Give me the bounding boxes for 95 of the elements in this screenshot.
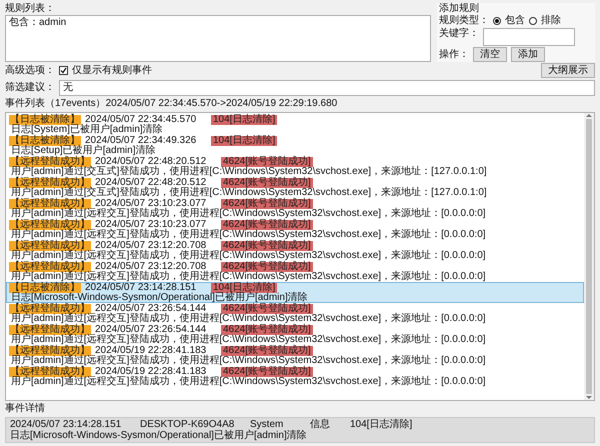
- radio-button[interactable]: [493, 17, 501, 25]
- event-code: 4624[账号登陆成功]: [221, 220, 313, 230]
- event-time: 2024/05/07 23:26:54.144: [95, 304, 206, 314]
- scroll-thumb[interactable]: [586, 119, 592, 394]
- event-row[interactable]: 【日志被清除】 2024/05/07 22:34:49.326 104[日志清除] 日志[Setup]已被用户[admin]清除: [6, 135, 584, 156]
- event-code: 4624[账号登陆成功]: [221, 241, 313, 251]
- event-message: 用户[admin]通过[远程交互]登陆成功，使用进程[C:\Windows\System32\svchost.exe]，来源地址：[0.0.0.0:0]: [10, 230, 487, 240]
- event-tag: 【远程登陆成功】: [9, 367, 91, 377]
- event-time: 2024/05/07 22:48:20.512: [95, 178, 206, 188]
- event-time: 2024/05/07 23:10:23.077: [95, 220, 206, 230]
- event-time: 2024/05/07 23:12:20.708: [95, 262, 206, 272]
- event-code: 104[日志清除]: [211, 283, 278, 293]
- event-message: 用户[admin]通过[远程交互]登陆成功，使用进程[C:\Windows\System32\svchost.exe]，来源地址：[0.0.0.0:0]: [10, 356, 487, 366]
- event-time: 2024/05/07 23:14:28.151: [85, 283, 196, 293]
- radio-label: 排除: [541, 15, 561, 27]
- event-row[interactable]: 【日志被清除】 2024/05/07 22:34:45.570 104[日志清除] 日志[System]已被用户[admin]清除: [6, 114, 584, 135]
- event-time: 2024/05/07 23:26:54.144: [95, 325, 206, 335]
- event-row[interactable]: 【远程登陆成功】 2024/05/07 23:26:54.144 4624[账号登陆成功] 用户[admin]通过[远程交互]登陆成功，使用进程[C:\Windows\System32\svchost.exe]，来源地址：[0.0.0.0:0]: [6, 303, 584, 324]
- outline-button[interactable]: 大纲展示: [541, 63, 595, 78]
- event-message: 用户[admin]通过[远程交互]登陆成功，使用进程[C:\Windows\System32\svchost.exe]，来源地址：[0.0.0.0:0]: [10, 272, 487, 282]
- event-row[interactable]: 【远程登陆成功】 2024/05/19 22:28:41.183 4624[账号登陆成功] 用户[admin]通过[远程交互]登陆成功，使用进程[C:\Windows\System32\svchost.exe]，来源地址：[0.0.0.0:0]: [6, 366, 584, 387]
- event-time: 2024/05/07 23:12:20.708: [95, 241, 206, 251]
- event-tag: 【远程登陆成功】: [9, 178, 91, 188]
- event-row[interactable]: 【远程登陆成功】 2024/05/07 23:12:20.708 4624[账号登陆成功] 用户[admin]通过[远程交互]登陆成功，使用进程[C:\Windows\System32\svchost.exe]，来源地址：[0.0.0.0:0]: [6, 261, 584, 282]
- event-message: 日志[Setup]已被用户[admin]清除: [10, 146, 156, 156]
- event-message: 用户[admin]通过[远程交互]登陆成功，使用进程[C:\Windows\System32\svchost.exe]，来源地址：[0.0.0.0:0]: [10, 209, 487, 219]
- event-message: 日志[Microsoft-Windows-Sysmon/Operational]已被用户[admin]清除: [10, 293, 308, 303]
- event-tag: 【远程登陆成功】: [9, 199, 91, 209]
- event-time: 2024/05/19 22:28:41.183: [95, 367, 206, 377]
- event-row[interactable]: 【远程登陆成功】 2024/05/19 22:28:41.183 4624[账号登陆成功] 用户[admin]通过[远程交互]登陆成功，使用进程[C:\Windows\System32\svchost.exe]，来源地址：[0.0.0.0:0]: [6, 345, 584, 366]
- event-row[interactable]: 【远程登陆成功】 2024/05/07 23:10:23.077 4624[账号登陆成功] 用户[admin]通过[远程交互]登陆成功，使用进程[C:\Windows\System32\svchost.exe]，来源地址：[0.0.0.0:0]: [6, 198, 584, 219]
- event-message: 日志[System]已被用户[admin]清除: [10, 125, 164, 135]
- event-message: 用户[admin]通过[远程交互]登陆成功，使用进程[C:\Windows\System32\svchost.exe]，来源地址：[0.0.0.0:0]: [10, 314, 487, 324]
- rule-button[interactable]: 清空: [473, 47, 507, 62]
- checkbox-label: 仅显示有规则事件: [72, 64, 152, 76]
- event-code: 104[日志清除]: [211, 115, 278, 125]
- keyword-label: 关键字：: [439, 28, 479, 40]
- event-tag: 【远程登陆成功】: [9, 304, 91, 314]
- detail-computer: DESKTOP-K69O4A8: [140, 419, 236, 430]
- advanced-label: 高级选项：: [5, 64, 55, 76]
- event-row[interactable]: 【远程登陆成功】 2024/05/07 22:48:20.512 4624[账号登陆成功] 用户[admin]通过[交互式]登陆成功，使用进程[C:\Windows\System32\svchost.exe]，来源地址：[127.0.0.1:0]: [6, 177, 584, 198]
- event-tag: 【日志被清除】: [9, 283, 81, 293]
- details-label: 事件详情: [5, 403, 46, 415]
- rule-type-label: 规则类型：: [439, 15, 489, 27]
- event-tag: 【日志被清除】: [9, 115, 81, 125]
- event-row[interactable]: 【远程登陆成功】 2024/05/07 23:26:54.144 4624[账号登陆成功] 用户[admin]通过[远程交互]登陆成功，使用进程[C:\Windows\System32\svchost.exe]，来源地址：[0.0.0.0:0]: [6, 324, 584, 345]
- event-time: 2024/05/07 22:34:49.326: [85, 136, 198, 146]
- keyword-field[interactable]: [483, 28, 575, 46]
- rule-item[interactable]: 包含：admin: [9, 17, 427, 29]
- detail-time: 2024/05/07 23:14:28.151: [10, 419, 122, 430]
- event-code: 4624[账号登陆成功]: [221, 346, 313, 356]
- event-row[interactable]: 【远程登陆成功】 2024/05/07 23:10:23.077 4624[账号登陆成功] 用户[admin]通过[远程交互]登陆成功，使用进程[C:\Windows\System32\svchost.exe]，来源地址：[0.0.0.0:0]: [6, 219, 584, 240]
- radio-label: 包含: [505, 15, 525, 27]
- event-code: 4624[账号登陆成功]: [221, 325, 313, 335]
- radio-button[interactable]: [529, 17, 537, 25]
- event-time: 2024/05/07 22:34:45.570: [85, 115, 198, 125]
- rule-button[interactable]: 添加: [511, 47, 545, 62]
- event-message: 用户[admin]通过[远程交互]登陆成功，使用进程[C:\Windows\System32\svchost.exe]，来源地址：[0.0.0.0:0]: [10, 377, 487, 387]
- event-tag: 【远程登陆成功】: [9, 241, 91, 251]
- event-code: 4624[账号登陆成功]: [221, 157, 313, 167]
- rules-list[interactable]: 包含：admin: [5, 15, 431, 62]
- event-tag: 【远程登陆成功】: [9, 157, 91, 167]
- event-code: 104[日志清除]: [211, 136, 278, 146]
- add-rule-title: 添加规则: [439, 3, 480, 14]
- events-title: 事件列表（17events）2024/05/07 22:34:45.570->2024/05/19 22:29:19.680: [5, 98, 338, 110]
- event-time: 2024/05/07 22:48:20.512: [95, 157, 206, 167]
- checkbox[interactable]: [59, 66, 68, 75]
- event-message: 用户[admin]通过[交互式]登陆成功，使用进程[C:\Windows\System32\svchost.exe]，来源地址：[127.0.0.1:0]: [10, 167, 488, 177]
- event-time: 2024/05/07 23:10:23.077: [95, 199, 206, 209]
- event-code: 4624[账号登陆成功]: [221, 262, 313, 272]
- rules-label: 规则列表：: [5, 3, 56, 15]
- event-code: 4624[账号登陆成功]: [221, 178, 313, 188]
- detail-code: 104[日志清除]: [350, 419, 414, 430]
- event-time: 2024/05/19 22:28:41.183: [95, 346, 206, 356]
- event-message: 用户[admin]通过[远程交互]登陆成功，使用进程[C:\Windows\System32\svchost.exe]，来源地址：[0.0.0.0:0]: [10, 251, 487, 261]
- event-code: 4624[账号登陆成功]: [221, 199, 313, 209]
- event-tag: 【远程登陆成功】: [9, 262, 91, 272]
- event-message: 用户[admin]通过[交互式]登陆成功，使用进程[C:\Windows\System32\svchost.exe]，来源地址：[127.0.0.1:0]: [10, 188, 488, 198]
- suggestions-box: 无: [59, 80, 595, 96]
- event-tag: 【远程登陆成功】: [9, 220, 91, 230]
- detail-level: 信息: [310, 419, 331, 430]
- event-tag: 【远程登陆成功】: [9, 346, 91, 356]
- event-row[interactable]: 【远程登陆成功】 2024/05/07 22:48:20.512 4624[账号登陆成功] 用户[admin]通过[交互式]登陆成功，使用进程[C:\Windows\System32\svchost.exe]，来源地址：[127.0.0.1:0]: [6, 156, 584, 177]
- event-tag: 【日志被清除】: [9, 136, 81, 146]
- event-code: 4624[账号登陆成功]: [221, 304, 313, 314]
- event-message: 用户[admin]通过[远程交互]登陆成功，使用进程[C:\Windows\System32\svchost.exe]，来源地址：[0.0.0.0:0]: [10, 335, 487, 345]
- scrollbar[interactable]: [584, 113, 594, 400]
- event-tag: 【远程登陆成功】: [9, 325, 91, 335]
- event-row[interactable]: 【日志被清除】 2024/05/07 23:14:28.151 104[日志清除] 日志[Microsoft-Windows-Sysmon/Operational]已被用户[admin]清除: [6, 282, 584, 303]
- detail-log: System: [250, 419, 284, 430]
- detail-message: 日志[Microsoft-Windows-Sysmon/Operational]已被用户[admin]清除: [10, 430, 308, 441]
- event-code: 4624[账号登陆成功]: [221, 367, 313, 377]
- suggestions-label: 筛选建议：: [5, 82, 55, 94]
- actions-label: 操作：: [439, 48, 469, 60]
- event-row[interactable]: 【远程登陆成功】 2024/05/07 23:12:20.708 4624[账号登陆成功] 用户[admin]通过[远程交互]登陆成功，使用进程[C:\Windows\System32\svchost.exe]，来源地址：[0.0.0.0:0]: [6, 240, 584, 261]
